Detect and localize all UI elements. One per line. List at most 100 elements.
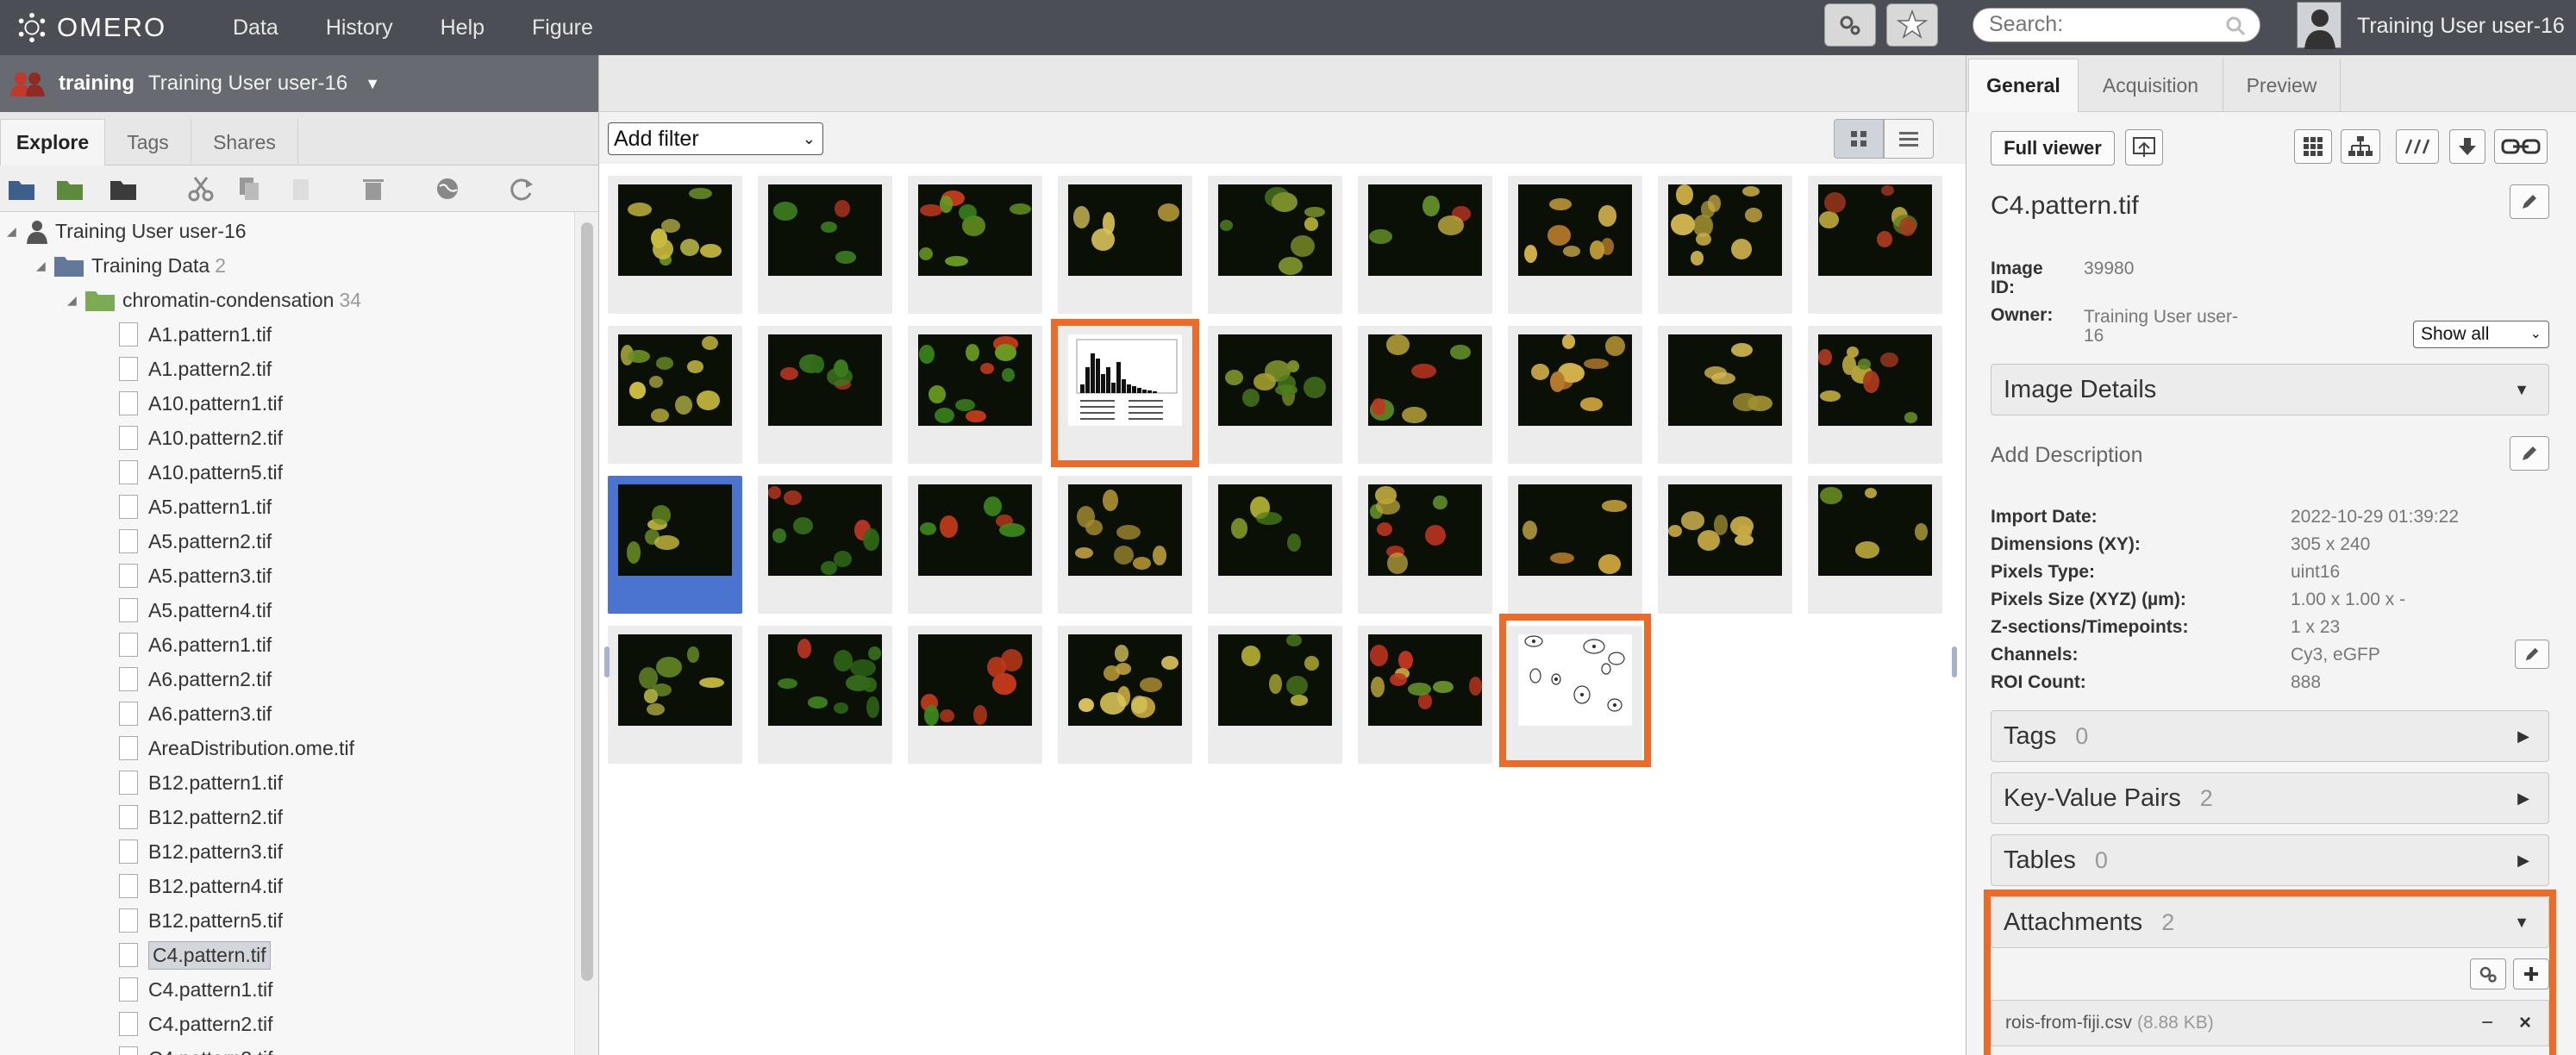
tree-item-image[interactable]: A6.pattern1.tif [119,627,272,662]
collapse-toggle-icon[interactable]: ◢ [7,224,19,239]
tree-item-user[interactable]: ◢ Training User user-16 [7,214,247,248]
scripts-button[interactable] [1824,3,1876,47]
tree-item-image[interactable]: B12.pattern3.tif [119,834,283,869]
image-thumbnail[interactable] [758,626,892,764]
tab-general[interactable]: General [1968,59,2079,112]
tree-item-image[interactable]: AreaDistribution.ome.tif [119,731,354,765]
paste-icon[interactable] [286,176,316,202]
tree-item-image[interactable]: B12.pattern5.tif [119,903,283,938]
tree-scrollbar[interactable] [574,212,598,1055]
image-thumbnail[interactable] [1358,476,1492,614]
tree-item-image[interactable]: C4.pattern.tif [119,938,271,972]
menu-figure[interactable]: Figure [532,16,593,41]
collapse-toggle-icon[interactable]: ◢ [67,293,79,308]
image-thumbnail[interactable] [1058,176,1192,314]
full-viewer-button[interactable]: Full viewer [1991,131,2115,165]
image-thumbnail[interactable] [1208,176,1342,314]
menu-history[interactable]: History [326,16,393,41]
search-box[interactable] [1973,8,2260,42]
tree-item-image[interactable]: A1.pattern2.tif [119,352,272,386]
tables-panel[interactable]: Tables 0 ▶ [1991,834,2549,886]
tab-tags[interactable]: Tags [105,119,191,165]
image-thumbnail[interactable] [1058,476,1192,614]
menu-data[interactable]: Data [233,16,278,41]
image-thumbnail[interactable] [1808,176,1942,314]
image-thumbnail[interactable] [1658,176,1792,314]
image-thumbnail[interactable] [1658,476,1792,614]
image-thumbnail[interactable] [908,476,1042,614]
link-path-button[interactable] [2396,129,2439,164]
cut-icon[interactable] [186,176,216,202]
tab-explore[interactable]: Explore [0,119,105,165]
image-thumbnail[interactable] [758,476,892,614]
image-thumbnail[interactable] [608,476,742,614]
tree-item-image[interactable]: A10.pattern2.tif [119,421,283,455]
tree-item-image[interactable]: A6.pattern3.tif [119,696,272,731]
tree-item-image[interactable]: C4.pattern3.tif [119,1041,272,1055]
tab-preview[interactable]: Preview [2223,59,2341,112]
image-thumbnail[interactable] [1058,626,1192,764]
tree-item-image[interactable]: C4.pattern1.tif [119,972,272,1007]
image-thumbnail[interactable] [758,326,892,464]
image-details-panel[interactable]: Image Details ▼ [1991,364,2549,415]
edit-channels-button[interactable] [2515,640,2549,669]
image-thumbnail[interactable] [608,626,742,764]
new-dataset-icon[interactable] [55,176,84,202]
image-thumbnail[interactable] [1808,326,1942,464]
image-thumbnail[interactable] [608,176,742,314]
tree-item-project[interactable]: ◢ Training Data 2 [36,248,226,283]
omero-logo[interactable]: OMERO [16,7,166,48]
image-thumbnail[interactable] [1358,326,1492,464]
activities-button[interactable] [1886,3,1938,47]
hierarchy-button[interactable] [2341,129,2380,164]
new-container-icon[interactable] [7,176,36,202]
edit-name-button[interactable] [2510,184,2549,219]
tree-scroll-thumb[interactable] [581,222,593,981]
tree-item-image[interactable]: A1.pattern1.tif [119,317,272,352]
search-icon[interactable] [2225,16,2246,36]
add-filter-select[interactable]: Add filter ⌄ [608,122,823,155]
image-thumbnail[interactable] [1508,176,1642,314]
tree-item-image[interactable]: C4.pattern2.tif [119,1007,272,1041]
tree-item-image[interactable]: B12.pattern2.tif [119,800,283,834]
new-folder-icon[interactable] [109,176,138,202]
tree-item-image[interactable]: A6.pattern2.tif [119,662,272,696]
edit-description-button[interactable] [2510,436,2549,471]
tree-item-image[interactable]: B12.pattern4.tif [119,869,283,903]
image-thumbnail[interactable] [1208,476,1342,614]
tree-item-image[interactable]: A5.pattern3.tif [119,559,272,593]
thumbnail-view-button[interactable] [1834,119,1884,159]
tree-item-image[interactable]: A10.pattern5.tif [119,455,283,490]
image-thumbnail[interactable] [1508,476,1642,614]
show-all-select[interactable]: Show all ⌄ [2413,321,2549,348]
open-with-button[interactable] [2125,129,2163,165]
group-user-selector[interactable]: training Training User user-16 ▼ [0,55,598,112]
sharing-globe-icon[interactable] [433,176,462,202]
open-dataset-button[interactable] [2294,129,2332,164]
tab-shares[interactable]: Shares [191,119,298,165]
image-thumbnail[interactable] [1208,326,1342,464]
tree-item-image[interactable]: A5.pattern1.tif [119,490,272,524]
delete-icon[interactable] [359,176,388,202]
image-thumbnail[interactable] [908,176,1042,314]
image-thumbnail[interactable] [1358,176,1492,314]
tree-item-image[interactable]: A5.pattern4.tif [119,593,272,627]
copy-link-button[interactable] [2494,129,2548,164]
key-value-pairs-panel[interactable]: Key-Value Pairs 2 ▶ [1991,772,2549,824]
image-thumbnail[interactable] [1208,626,1342,764]
image-thumbnail[interactable] [908,326,1042,464]
tree-item-image[interactable]: B12.pattern1.tif [119,765,283,800]
image-thumbnail[interactable] [1508,326,1642,464]
image-thumbnail[interactable] [608,326,742,464]
image-thumbnail[interactable] [1808,476,1942,614]
menu-help[interactable]: Help [441,16,485,41]
tree-item-dataset[interactable]: ◢ chromatin-condensation 34 [67,283,361,317]
search-input[interactable] [1989,12,2213,37]
tree-item-image[interactable]: A10.pattern1.tif [119,386,283,421]
tags-panel[interactable]: Tags 0 ▶ [1991,710,2549,762]
user-avatar[interactable] [2297,2,2342,49]
refresh-icon[interactable] [507,176,536,202]
tab-acquisition[interactable]: Acquisition [2079,59,2223,112]
tree-item-image[interactable]: A5.pattern2.tif [119,524,272,559]
image-thumbnail[interactable] [1658,326,1792,464]
